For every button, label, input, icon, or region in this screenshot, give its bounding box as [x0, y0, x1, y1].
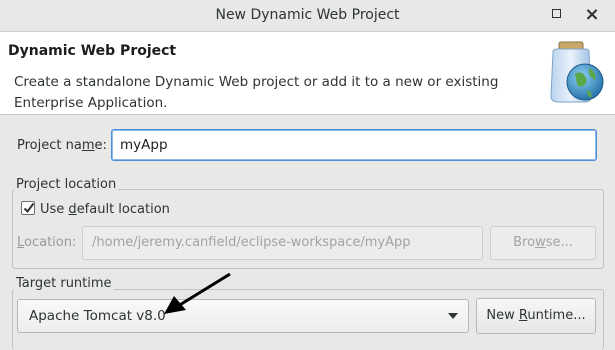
annotation-arrow-icon: [164, 272, 231, 314]
use-default-label-text: Use: [40, 202, 69, 217]
use-default-location-checkbox[interactable]: [21, 201, 35, 215]
project-name-mnemonic: m: [81, 138, 95, 153]
location-label-suffix: ocation:: [24, 235, 77, 250]
project-name-label-text: Project na: [17, 138, 82, 153]
banner-description: Create a standalone Dynamic Web project …: [14, 74, 499, 111]
maximize-icon: [551, 8, 561, 18]
location-mnemonic: L: [17, 235, 25, 250]
use-default-label-suffix: efault location: [76, 202, 170, 217]
browse-mnemonic: w: [535, 235, 546, 250]
browse-label-text: Bro: [513, 235, 536, 250]
wizard-banner: Dynamic Web Project Create a standalone …: [0, 32, 615, 115]
browse-button[interactable]: Browse...: [490, 226, 596, 260]
chevron-down-icon: [448, 313, 458, 319]
target-runtime-selected: Apache Tomcat v8.0: [29, 308, 166, 324]
project-name-label-suffix: e:: [94, 138, 107, 153]
banner-title: Dynamic Web Project: [8, 43, 177, 59]
checkmark-icon: [23, 202, 35, 214]
window-title: New Dynamic Web Project: [215, 7, 400, 23]
target-runtime-select[interactable]: Apache Tomcat v8.0: [17, 299, 469, 333]
title-bar: New Dynamic Web Project ×: [0, 0, 615, 32]
close-icon: ×: [584, 4, 600, 25]
new-runtime-label-text: New: [486, 308, 519, 323]
project-name-label: Project name:: [17, 138, 107, 153]
use-default-mnemonic: d: [68, 202, 77, 217]
target-runtime-caption: Target runtime: [14, 276, 114, 291]
project-name-input[interactable]: myApp: [111, 129, 597, 161]
browse-label-suffix: se...: [545, 235, 573, 250]
project-location-caption: Project location: [14, 177, 119, 192]
web-project-wizard-icon: [550, 41, 604, 103]
close-button[interactable]: ×: [582, 5, 602, 25]
location-label: Location:: [17, 235, 76, 250]
new-runtime-button[interactable]: New Runtime...: [476, 298, 596, 334]
use-default-location-label[interactable]: Use default location: [40, 202, 170, 217]
location-input[interactable]: /home/jeremy.canfield/eclipse-workspace/…: [82, 226, 483, 260]
new-runtime-label-suffix: untime...: [527, 308, 586, 323]
maximize-button[interactable]: [546, 5, 566, 25]
